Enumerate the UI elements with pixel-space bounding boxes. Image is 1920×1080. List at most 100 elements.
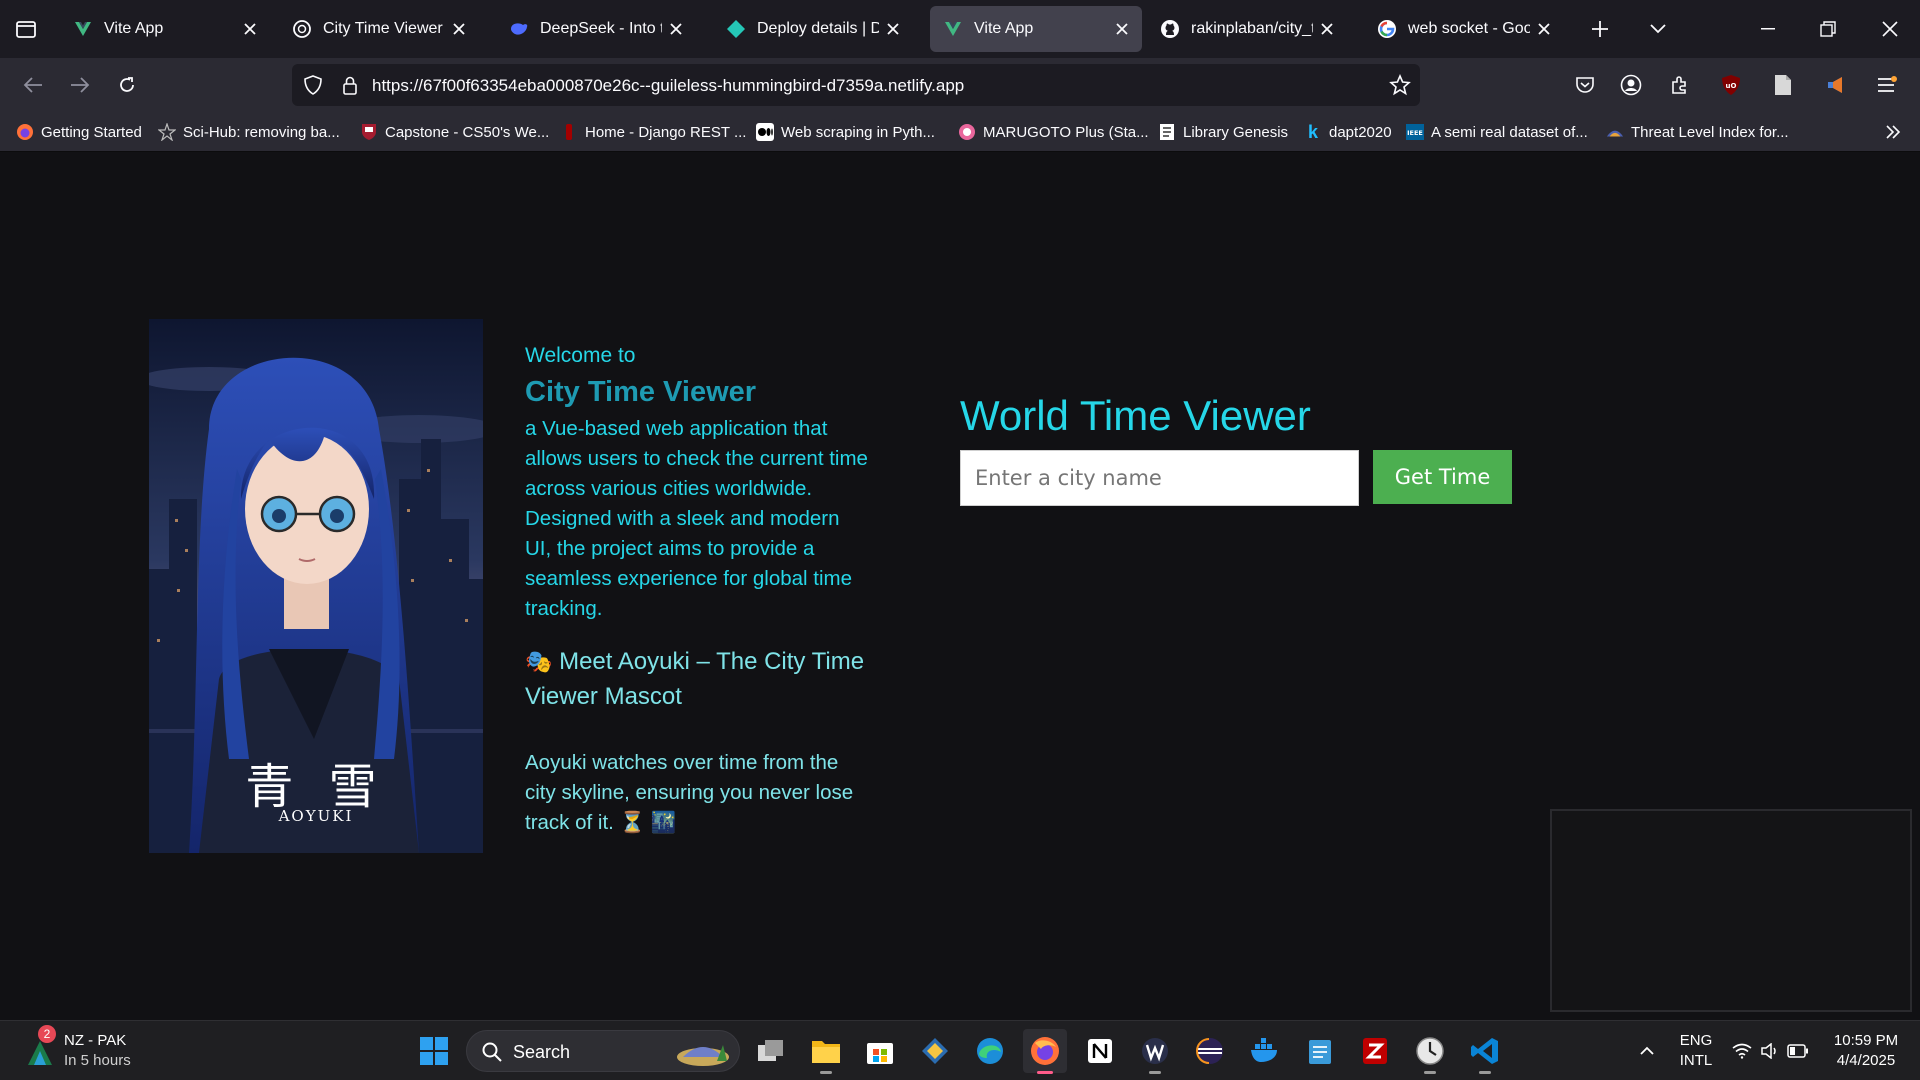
w-app[interactable]: [1133, 1029, 1177, 1074]
vscode-app[interactable]: [1463, 1029, 1507, 1074]
start-button[interactable]: [412, 1029, 456, 1073]
close-tab-icon[interactable]: [1317, 19, 1337, 39]
bookmark-django-rest[interactable]: Home - Django REST ...: [560, 120, 746, 144]
battery-icon[interactable]: [1786, 1039, 1810, 1063]
threat-icon: [1606, 123, 1624, 141]
notification-badge: 2: [38, 1025, 56, 1043]
clock-date-text: 4/4/2025: [1836, 1052, 1896, 1069]
netlify-icon: [725, 18, 747, 40]
close-tab-icon[interactable]: [883, 19, 903, 39]
close-tab-icon[interactable]: [666, 19, 686, 39]
lock-icon[interactable]: [338, 73, 362, 97]
megaphone-extension-icon[interactable]: [1822, 70, 1852, 100]
tab-city-time-viewer[interactable]: City Time Viewer App: [279, 6, 479, 52]
city-name-input[interactable]: [960, 450, 1359, 506]
filezilla-icon: [1363, 1038, 1387, 1064]
reload-icon[interactable]: [110, 68, 144, 102]
document-extension-icon[interactable]: [1768, 70, 1798, 100]
folder-icon: [812, 1041, 840, 1063]
floating-overlay-panel: [1550, 809, 1912, 1012]
notion-app[interactable]: [1078, 1029, 1122, 1073]
wifi-icon[interactable]: [1730, 1039, 1754, 1063]
ublock-icon[interactable]: uO: [1716, 70, 1746, 100]
kaggle-icon: k: [1307, 121, 1318, 142]
star-icon[interactable]: [1388, 73, 1412, 97]
url-text[interactable]: https://67f00f63354eba000870e26c--guilel…: [372, 76, 964, 96]
firefox-icon: [16, 123, 34, 141]
welcome-text: Welcome to: [525, 344, 636, 367]
vite-icon: [942, 18, 964, 40]
svg-text:IEEE: IEEE: [1407, 129, 1423, 137]
file-explorer-app[interactable]: [804, 1029, 848, 1074]
marugoto-icon: [958, 123, 976, 141]
bookmark-getting-started[interactable]: Getting Started: [16, 120, 142, 144]
volume-icon[interactable]: [1758, 1039, 1782, 1063]
taskbar-search[interactable]: Search: [466, 1030, 740, 1072]
notepad-app[interactable]: [1298, 1029, 1342, 1073]
restore-icon[interactable]: [1810, 14, 1846, 44]
bookmark-sci-hub[interactable]: Sci-Hub: removing ba...: [158, 120, 340, 144]
back-arrow-icon[interactable]: [16, 68, 50, 102]
bookmark-marugoto[interactable]: MARUGOTO Plus (Sta...: [958, 120, 1149, 144]
task-view-icon: [758, 1040, 783, 1061]
tab-list-button[interactable]: [8, 10, 44, 48]
close-tab-icon[interactable]: [240, 19, 260, 39]
vscode-icon: [1471, 1038, 1498, 1064]
bookmark-capstone[interactable]: Capstone - CS50's We...: [360, 120, 549, 144]
clock-date[interactable]: 10:59 PM 4/4/2025: [1824, 1031, 1908, 1071]
task-view-app[interactable]: [749, 1029, 793, 1073]
new-tab-icon[interactable]: [1585, 14, 1615, 44]
svg-text:uO: uO: [1726, 82, 1737, 90]
tab-vite-app-active[interactable]: Vite App: [930, 6, 1142, 52]
language-indicator[interactable]: ENG INTL: [1676, 1031, 1716, 1071]
scihub-icon: [158, 123, 176, 141]
firefox-app[interactable]: [1023, 1029, 1067, 1074]
mascot-image: 青 雪 AOYUKI: [149, 319, 483, 853]
minimize-icon[interactable]: [1750, 14, 1786, 44]
close-tab-icon[interactable]: [449, 19, 469, 39]
bookmarks-toolbar: Getting Started Sci-Hub: removing ba... …: [0, 112, 1920, 152]
bookmark-semi-real-dataset[interactable]: IEEE A semi real dataset of...: [1406, 120, 1588, 144]
eclipse-app[interactable]: [1188, 1029, 1232, 1073]
windows-taskbar: 2 NZ - PAK In 5 hours Search ENG INTL 10…: [0, 1020, 1920, 1080]
tab-deepseek[interactable]: DeepSeek - Into the U: [496, 6, 696, 52]
chevron-down-icon[interactable]: [1643, 14, 1673, 44]
search-highlight-icon: [677, 1045, 729, 1066]
double-chevron-right-icon[interactable]: [1880, 120, 1906, 144]
tab-deploy-details[interactable]: Deploy details | Depl: [713, 6, 913, 52]
forward-arrow-icon[interactable]: [63, 68, 97, 102]
git-app[interactable]: [913, 1029, 957, 1073]
get-time-button[interactable]: Get Time: [1373, 450, 1512, 504]
tab-google-search[interactable]: web socket - Google: [1364, 6, 1564, 52]
extensions-icon[interactable]: [1665, 70, 1695, 100]
edge-app[interactable]: [968, 1029, 1012, 1073]
clock-time: 10:59 PM: [1833, 1032, 1899, 1049]
shield-icon[interactable]: [301, 73, 325, 97]
tab-vite-app[interactable]: Vite App: [60, 6, 270, 52]
harvard-icon: [360, 123, 378, 141]
libgen-icon: [1158, 123, 1176, 141]
pocket-icon[interactable]: [1570, 70, 1600, 100]
bookmark-library-genesis[interactable]: Library Genesis: [1158, 120, 1288, 144]
account-icon[interactable]: [1616, 70, 1646, 100]
docker-app[interactable]: [1243, 1029, 1287, 1073]
chevron-up-icon[interactable]: [1634, 1039, 1660, 1063]
clock-app[interactable]: [1408, 1029, 1452, 1074]
bookmark-web-scraping[interactable]: Web scraping in Pyth...: [756, 120, 935, 144]
meet-mascot-heading: 🎭 Meet Aoyuki – The City Time Viewer Mas…: [525, 648, 865, 710]
filezilla-app[interactable]: [1353, 1029, 1397, 1073]
weather-widget[interactable]: 2 NZ - PAK In 5 hours: [24, 1025, 144, 1073]
close-window-icon[interactable]: [1872, 14, 1908, 44]
weather-subtitle: In 5 hours: [64, 1052, 131, 1069]
github-icon: [1159, 18, 1181, 40]
bookmark-dapt2020[interactable]: k dapt2020: [1304, 120, 1392, 144]
menu-icon[interactable]: [1872, 70, 1902, 100]
tab-github[interactable]: rakinplaban/city_time: [1147, 6, 1347, 52]
close-tab-icon[interactable]: [1112, 19, 1132, 39]
page-content: 青 雪 AOYUKI Welcome to City Time Viewer a…: [0, 152, 1920, 1020]
close-tab-icon[interactable]: [1534, 19, 1554, 39]
bookmark-threat-level[interactable]: Threat Level Index for...: [1606, 120, 1789, 144]
microsoft-store-app[interactable]: [858, 1029, 902, 1073]
clock-icon: [1416, 1037, 1444, 1065]
url-bar[interactable]: https://67f00f63354eba000870e26c--guilel…: [292, 64, 1420, 106]
